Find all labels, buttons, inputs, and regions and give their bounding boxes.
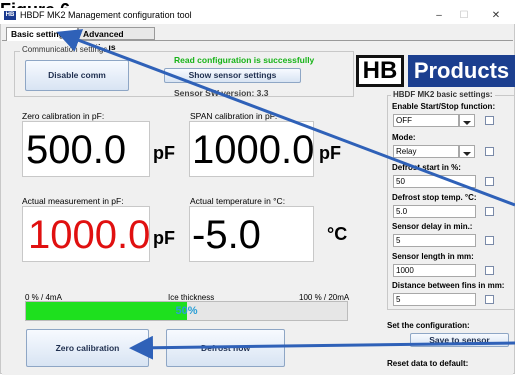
- annotation-arrows: [56, 29, 515, 360]
- arrow-to-basic-settings-tab: [56, 29, 515, 207]
- arrow-to-zero-calibration-button: [129, 335, 515, 360]
